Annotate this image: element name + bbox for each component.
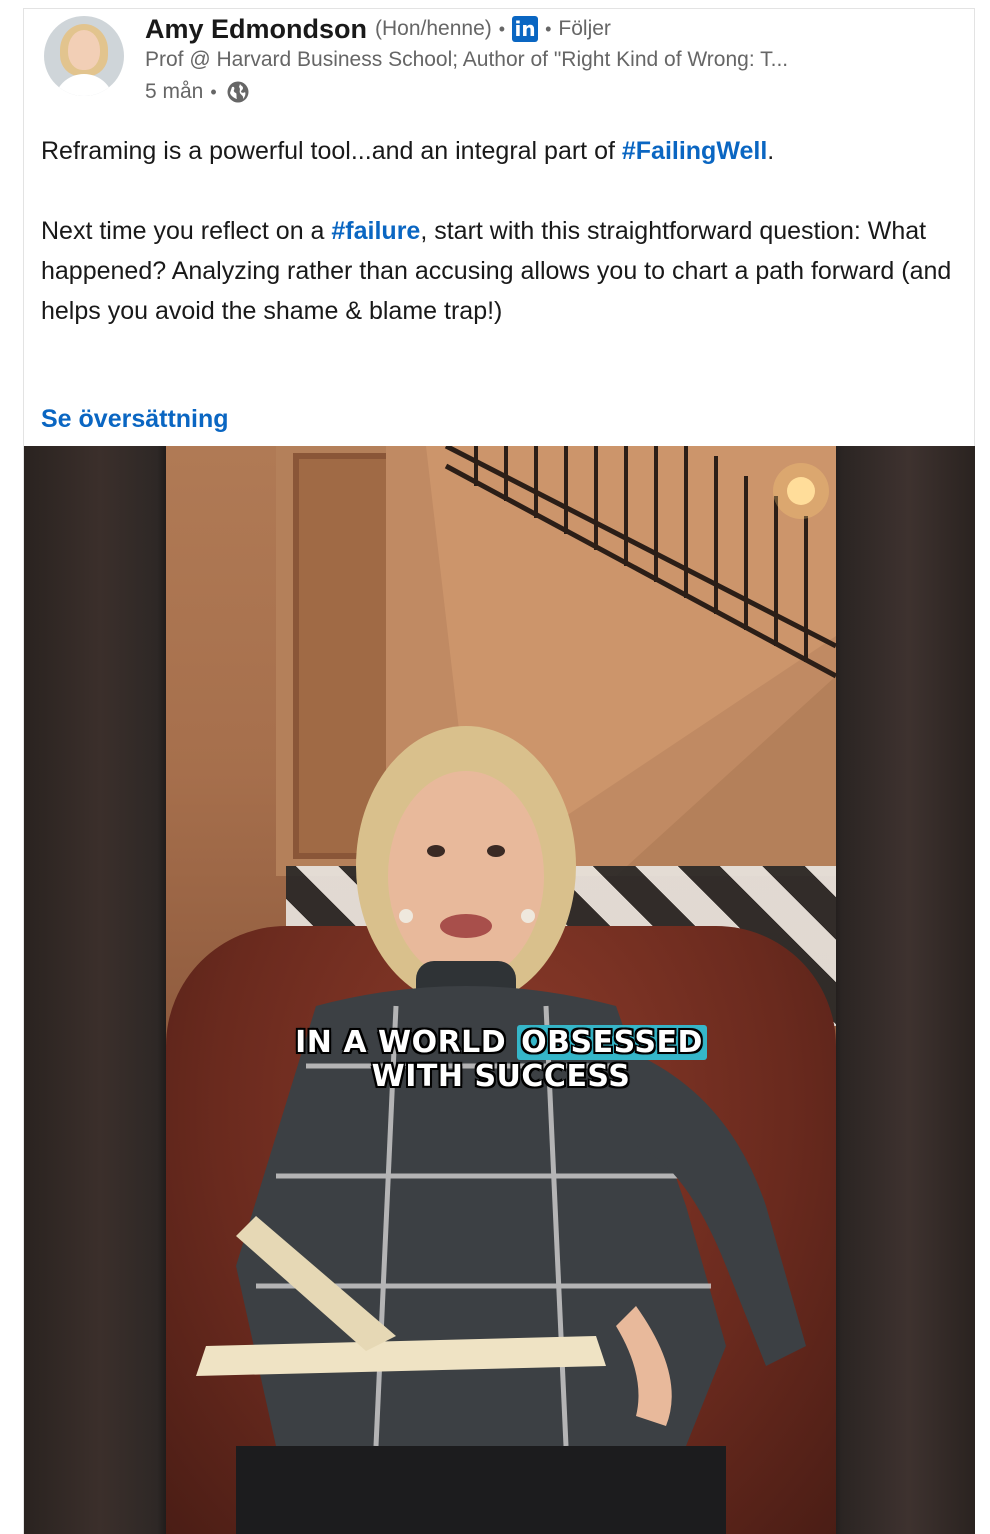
post-meta: 5 mån • bbox=[145, 79, 250, 105]
avatar-face bbox=[68, 30, 100, 70]
caption-text: IN A WORLD bbox=[295, 1025, 518, 1060]
globe-icon bbox=[227, 81, 249, 103]
hashtag-failure[interactable]: #failure bbox=[331, 217, 420, 245]
author-name[interactable]: Amy Edmondson bbox=[145, 14, 367, 45]
caption-highlight: OBSESSED bbox=[517, 1025, 707, 1060]
video-caption: IN A WORLD OBSESSED WITH SUCCESS bbox=[166, 1025, 836, 1094]
see-translation-link[interactable]: Se översättning bbox=[41, 405, 229, 434]
post-text-segment: Next time you reflect on a bbox=[41, 217, 332, 245]
video-player[interactable]: IN A WORLD OBSESSED WITH SUCCESS bbox=[24, 446, 975, 1534]
linkedin-premium-icon: in bbox=[512, 16, 539, 42]
post-text-segment: . bbox=[767, 137, 775, 165]
post-body: Reframing is a powerful tool...and an in… bbox=[41, 131, 956, 331]
post-paragraph: Reframing is a powerful tool...and an in… bbox=[41, 131, 956, 171]
follow-status[interactable]: Följer bbox=[558, 17, 611, 41]
feed-post-card: Amy Edmondson (Hon/henne) • in • Följer … bbox=[23, 8, 975, 1534]
hashtag-failingwell[interactable]: #FailingWell bbox=[622, 137, 767, 165]
separator-dot: • bbox=[545, 18, 552, 39]
separator-dot: • bbox=[210, 81, 217, 102]
post-text-segment: Reframing is a powerful tool...and an in… bbox=[41, 137, 622, 165]
caption-line-2: WITH SUCCESS bbox=[371, 1059, 631, 1094]
avatar-shoulders bbox=[54, 74, 114, 96]
author-headline: Prof @ Harvard Business School; Author o… bbox=[145, 48, 789, 71]
speaker-figure bbox=[196, 726, 806, 1534]
post-time: 5 mån bbox=[145, 80, 204, 103]
author-name-row: Amy Edmondson (Hon/henne) • in • Följer bbox=[145, 13, 611, 45]
video-frame: IN A WORLD OBSESSED WITH SUCCESS bbox=[166, 446, 836, 1534]
author-pronouns: (Hon/henne) bbox=[375, 17, 492, 40]
separator-dot: • bbox=[498, 18, 506, 39]
caption-line-1: IN A WORLD OBSESSED bbox=[166, 1025, 836, 1060]
author-avatar[interactable] bbox=[44, 16, 124, 96]
post-paragraph: Next time you reflect on a #failure, sta… bbox=[41, 211, 956, 331]
